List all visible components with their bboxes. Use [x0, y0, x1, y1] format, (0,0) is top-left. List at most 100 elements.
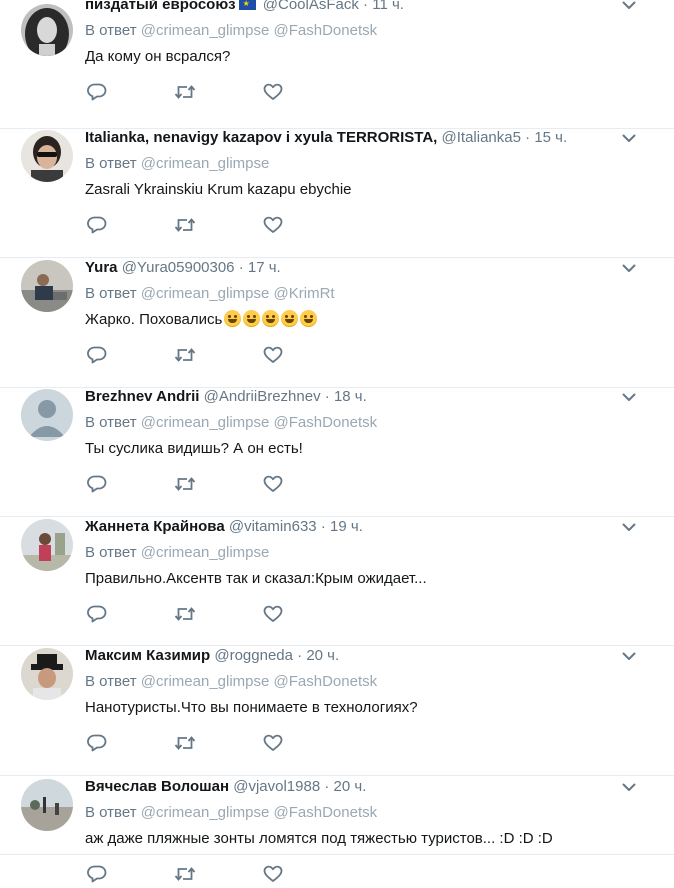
reply-prefix: В ответ	[85, 414, 137, 431]
tweet-actions	[85, 216, 305, 236]
tweet-item[interactable]: Italianka, nenavigy kazapov i xyula TERR…	[0, 129, 674, 258]
reply-mentions[interactable]: @crimean_glimpse @FashDonetsk	[141, 414, 377, 431]
avatar[interactable]	[21, 389, 73, 441]
avatar[interactable]	[21, 4, 73, 56]
user-name[interactable]: Italianka, nenavigy kazapov i xyula TERR…	[85, 129, 437, 146]
tweet-header: Yura @Yura05900306 · 17 ч.	[85, 258, 614, 278]
user-handle[interactable]: @vitamin633	[229, 518, 317, 535]
tweet-time[interactable]: 20 ч.	[306, 647, 339, 664]
avatar[interactable]	[21, 260, 73, 312]
grinning-face-emoji-icon	[281, 310, 299, 327]
reply-mentions[interactable]: @crimean_glimpse	[141, 544, 270, 561]
reply-mentions[interactable]: @crimean_glimpse	[141, 155, 270, 172]
reply-icon[interactable]	[87, 346, 109, 366]
user-handle[interactable]: @CoolAsFack	[263, 0, 359, 13]
retweet-icon[interactable]	[174, 216, 196, 236]
chevron-down-icon[interactable]	[622, 390, 636, 404]
tweet-item[interactable]: Brezhnev Andrii @AndriiBrezhnev · 18 ч. …	[0, 388, 674, 517]
like-icon[interactable]	[263, 346, 285, 366]
retweet-icon[interactable]	[174, 475, 196, 495]
chevron-down-icon[interactable]	[622, 780, 636, 794]
retweet-icon[interactable]	[174, 605, 196, 625]
tweet-text: аж даже пляжные зонты ломятся под тяжест…	[85, 829, 553, 849]
grinning-face-emoji-icon	[224, 310, 242, 327]
like-icon[interactable]	[263, 605, 285, 625]
retweet-icon[interactable]	[174, 734, 196, 754]
user-name[interactable]: Yura	[85, 259, 118, 276]
retweet-icon[interactable]	[174, 83, 196, 103]
tweet-text: Правильно.Аксентв так и сказал:Крым ожид…	[85, 569, 427, 589]
avatar[interactable]	[21, 648, 73, 700]
reply-mentions[interactable]: @crimean_glimpse @FashDonetsk	[141, 673, 377, 690]
user-handle[interactable]: @roggneda	[214, 647, 293, 664]
separator-dot: ·	[324, 388, 330, 405]
like-icon[interactable]	[263, 475, 285, 495]
retweet-icon[interactable]	[174, 346, 196, 366]
like-icon[interactable]	[263, 865, 285, 885]
tweet-item[interactable]: Максим Казимир @roggneda · 20 ч. В ответ…	[0, 646, 674, 776]
reply-icon[interactable]	[87, 83, 109, 103]
user-name[interactable]: Жаннета Крайнова	[85, 518, 225, 535]
chevron-down-icon[interactable]	[622, 131, 636, 145]
tweet-text-content: аж даже пляжные зонты ломятся под тяжест…	[85, 830, 553, 847]
user-handle[interactable]: @Yura05900306	[122, 259, 235, 276]
tweet-header: Italianka, nenavigy kazapov i xyula TERR…	[85, 128, 614, 148]
tweet-text: Да кому он всрался?	[85, 47, 230, 67]
reply-prefix: В ответ	[85, 22, 137, 39]
user-handle[interactable]: @Italianka5	[442, 129, 521, 146]
avatar[interactable]	[21, 779, 73, 831]
user-handle[interactable]: @vjavol1988	[233, 778, 320, 795]
separator-dot: ·	[363, 0, 369, 13]
reply-mentions[interactable]: @crimean_glimpse @FashDonetsk	[141, 804, 377, 821]
tweet-item[interactable]: Жаннета Крайнова @vitamin633 · 19 ч. В о…	[0, 517, 674, 646]
tweet-text: Zasrali Ykrainskiu Krum kazapu ebychie	[85, 180, 352, 200]
reply-context: В ответ @crimean_glimpse @FashDonetsk	[85, 803, 377, 823]
tweet-item[interactable]: Вячеслав Волошан @vjavol1988 · 20 ч. В о…	[0, 776, 674, 883]
tweet-time[interactable]: 18 ч.	[334, 388, 367, 405]
avatar[interactable]	[21, 519, 73, 571]
reply-icon[interactable]	[87, 475, 109, 495]
reply-icon[interactable]	[87, 865, 109, 885]
user-name[interactable]: Максим Казимир	[85, 647, 210, 664]
avatar[interactable]	[21, 130, 73, 182]
tweet-time[interactable]: 19 ч.	[330, 518, 363, 535]
reply-icon[interactable]	[87, 216, 109, 236]
tweet-actions	[85, 865, 305, 885]
retweet-icon[interactable]	[174, 865, 196, 885]
tweet-time[interactable]: 17 ч.	[248, 259, 281, 276]
tweet-time[interactable]: 15 ч.	[534, 129, 567, 146]
user-name[interactable]: пиздатый евросоюз	[85, 0, 236, 13]
tweet-text-content: Нанотуристы.Что вы понимаете в технологи…	[85, 699, 418, 716]
tweet-time[interactable]: 20 ч.	[334, 778, 367, 795]
grinning-face-emoji-icon	[262, 310, 280, 327]
chevron-down-icon[interactable]	[622, 0, 636, 12]
reply-icon[interactable]	[87, 734, 109, 754]
chevron-down-icon[interactable]	[622, 520, 636, 534]
user-name[interactable]: Brezhnev Andrii	[85, 388, 199, 405]
tweet-time[interactable]: 11 ч.	[372, 0, 404, 13]
reply-mentions[interactable]: @crimean_glimpse @FashDonetsk	[141, 22, 377, 39]
separator-dot: ·	[324, 778, 330, 795]
user-handle[interactable]: @AndriiBrezhnev	[204, 388, 321, 405]
user-name[interactable]: Вячеслав Волошан	[85, 778, 229, 795]
reply-timeline: пиздатый евросоюз @CoolAsFack · 11 ч. В …	[0, 0, 674, 883]
reply-context: В ответ @crimean_glimpse @FashDonetsk	[85, 413, 377, 433]
chevron-down-icon[interactable]	[622, 649, 636, 663]
tweet-item[interactable]: Yura @Yura05900306 · 17 ч. В ответ @crim…	[0, 258, 674, 388]
tweet-text: Ты суслика видишь? А он есть!	[85, 439, 303, 459]
like-icon[interactable]	[263, 83, 285, 103]
tweet-item[interactable]: пиздатый евросоюз @CoolAsFack · 11 ч. В …	[0, 0, 674, 129]
tweet-text-content: Да кому он всрался?	[85, 48, 231, 65]
grinning-face-emoji-icon	[243, 310, 261, 327]
reply-mentions[interactable]: @crimean_glimpse @KrimRt	[141, 285, 335, 302]
separator-dot: ·	[238, 259, 244, 276]
reply-icon[interactable]	[87, 605, 109, 625]
like-icon[interactable]	[263, 216, 285, 236]
tweet-text-content: Правильно.Аксентв так и сказал:Крым ожид…	[85, 570, 427, 587]
tweet-header: пиздатый евросоюз @CoolAsFack · 11 ч.	[85, 0, 614, 15]
separator-dot: ·	[525, 129, 531, 146]
tweet-text: Нанотуристы.Что вы понимаете в технологи…	[85, 698, 418, 718]
chevron-down-icon[interactable]	[622, 261, 636, 275]
reply-prefix: В ответ	[85, 155, 137, 172]
like-icon[interactable]	[263, 734, 285, 754]
